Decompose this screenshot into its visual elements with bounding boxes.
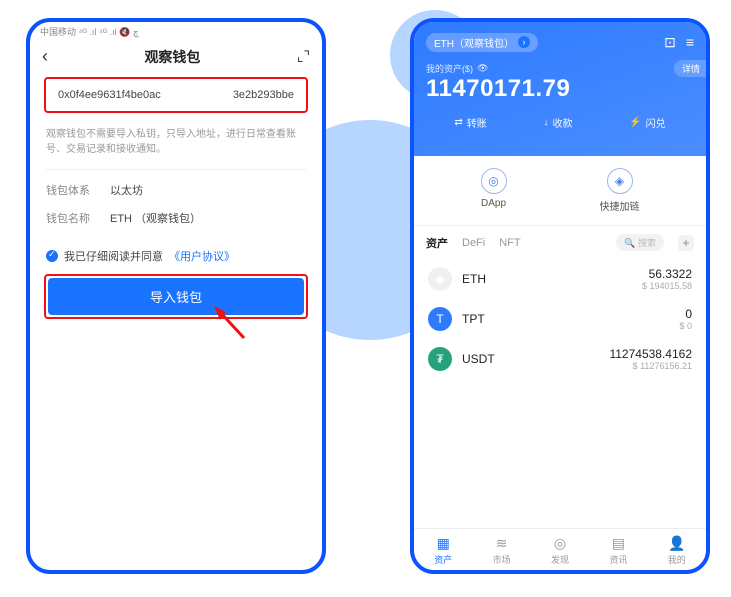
address-right: 3e2b293bbe xyxy=(233,89,294,101)
asset-symbol: ETH xyxy=(462,272,486,286)
phone-right: ETH（观察钱包） › ⊡ ≡ 我的资产($) 👁 详情 11470171.79… xyxy=(410,18,710,574)
transfer-icon: ⇄ xyxy=(454,117,462,128)
bottom-nav: ▦资产 ≋市场 ◎发现 ▤资讯 👤我的 xyxy=(414,528,706,570)
asset-symbol: TPT xyxy=(462,312,485,326)
address-input[interactable]: 0x0f4ee9631f4be0ac 3e2b293bbe xyxy=(44,77,308,113)
swap-icon: ⚡ xyxy=(629,117,641,128)
phone-left: 中国移动 ⁴ᴳ .ıl ⁴ᴳ .ıl 🔇 چ ‹ 观察钱包 ⌞⌝ 0x0f4ee… xyxy=(26,18,326,574)
swap-button[interactable]: ⚡闪兑 xyxy=(629,115,665,130)
tab-nft[interactable]: NFT xyxy=(499,237,520,249)
page-title: 观察钱包 xyxy=(144,47,200,67)
annotation-arrow xyxy=(210,304,250,344)
asset-amount: 0 xyxy=(679,307,692,321)
name-value: ETH （观察钱包） xyxy=(110,210,201,226)
asset-symbol: USDT xyxy=(462,352,495,366)
chevron-right-icon: › xyxy=(518,36,530,48)
name-label: 钱包名称 xyxy=(46,210,98,226)
agree-text: 我已仔细阅读并同意 xyxy=(64,248,163,264)
wallet-icon: ▦ xyxy=(434,535,452,552)
transfer-button[interactable]: ⇄转账 xyxy=(454,115,486,130)
import-button[interactable]: 导入钱包 xyxy=(48,278,304,315)
add-token-button[interactable]: + xyxy=(678,235,694,251)
tpt-icon: T xyxy=(428,307,452,331)
news-icon: ▤ xyxy=(609,535,627,552)
shortcut-addchain[interactable]: ◈ 快捷加链 xyxy=(600,168,640,213)
asset-row-usdt[interactable]: ₮ USDT 11274538.4162 $ 11276156.21 xyxy=(414,339,706,379)
nav-market[interactable]: ≋市场 xyxy=(493,535,511,566)
camera-icon[interactable]: ⊡ xyxy=(664,34,676,51)
status-bar: 中国移动 ⁴ᴳ .ıl ⁴ᴳ .ıl 🔇 چ xyxy=(30,22,322,40)
asset-row-eth[interactable]: ◆ ETH 56.3322 $ 194015.58 xyxy=(414,259,706,299)
receive-icon: ↓ xyxy=(543,117,548,128)
wallet-selector-label: ETH（观察钱包） xyxy=(434,35,514,50)
chain-icon: ◈ xyxy=(607,168,633,194)
shortcut-dapp[interactable]: ◎ DApp xyxy=(481,168,507,213)
user-agreement-link[interactable]: 《用户协议》 xyxy=(169,248,235,264)
asset-fiat: $ 11276156.21 xyxy=(609,361,692,371)
asset-amount: 11274538.4162 xyxy=(609,347,692,361)
asset-row-tpt[interactable]: T TPT 0 $ 0 xyxy=(414,299,706,339)
eth-icon: ◆ xyxy=(428,267,452,291)
back-button[interactable]: ‹ xyxy=(42,46,48,67)
usdt-icon: ₮ xyxy=(428,347,452,371)
compass-icon: ◎ xyxy=(481,168,507,194)
user-icon: 👤 xyxy=(668,535,686,552)
agree-checkbox[interactable] xyxy=(46,250,58,262)
tab-asset[interactable]: 资产 xyxy=(426,235,448,251)
tab-defi[interactable]: DeFi xyxy=(462,237,485,249)
balance-label: 我的资产($) xyxy=(426,62,473,75)
eye-icon[interactable]: 👁 xyxy=(477,63,488,74)
nav-discover[interactable]: ◎发现 xyxy=(551,535,569,566)
import-highlight: 导入钱包 xyxy=(44,274,308,319)
wallet-selector[interactable]: ETH（观察钱包） › xyxy=(426,33,538,52)
asset-amount: 56.3322 xyxy=(642,267,692,281)
search-input[interactable]: 🔍 搜索 xyxy=(616,234,664,251)
address-left: 0x0f4ee9631f4be0ac xyxy=(58,89,161,101)
balance-value: 11470171.79 xyxy=(426,75,694,103)
nav-news[interactable]: ▤资讯 xyxy=(609,535,627,566)
receive-button[interactable]: ↓收款 xyxy=(543,115,572,130)
asset-fiat: $ 194015.58 xyxy=(642,281,692,291)
nav-asset[interactable]: ▦资产 xyxy=(434,535,452,566)
hint-text: 观察钱包不需要导入私钥，只导入地址，进行日常查看账号、交易记录和接收通知。 xyxy=(46,127,306,170)
system-value: 以太坊 xyxy=(110,182,143,198)
nav-me[interactable]: 👤我的 xyxy=(668,535,686,566)
detail-button[interactable]: 详情 xyxy=(674,60,706,77)
system-label: 钱包体系 xyxy=(46,182,98,198)
menu-icon[interactable]: ≡ xyxy=(686,34,694,51)
discover-icon: ◎ xyxy=(551,535,569,552)
market-icon: ≋ xyxy=(493,535,511,552)
asset-fiat: $ 0 xyxy=(679,321,692,331)
scan-icon[interactable]: ⌞⌝ xyxy=(297,48,310,65)
